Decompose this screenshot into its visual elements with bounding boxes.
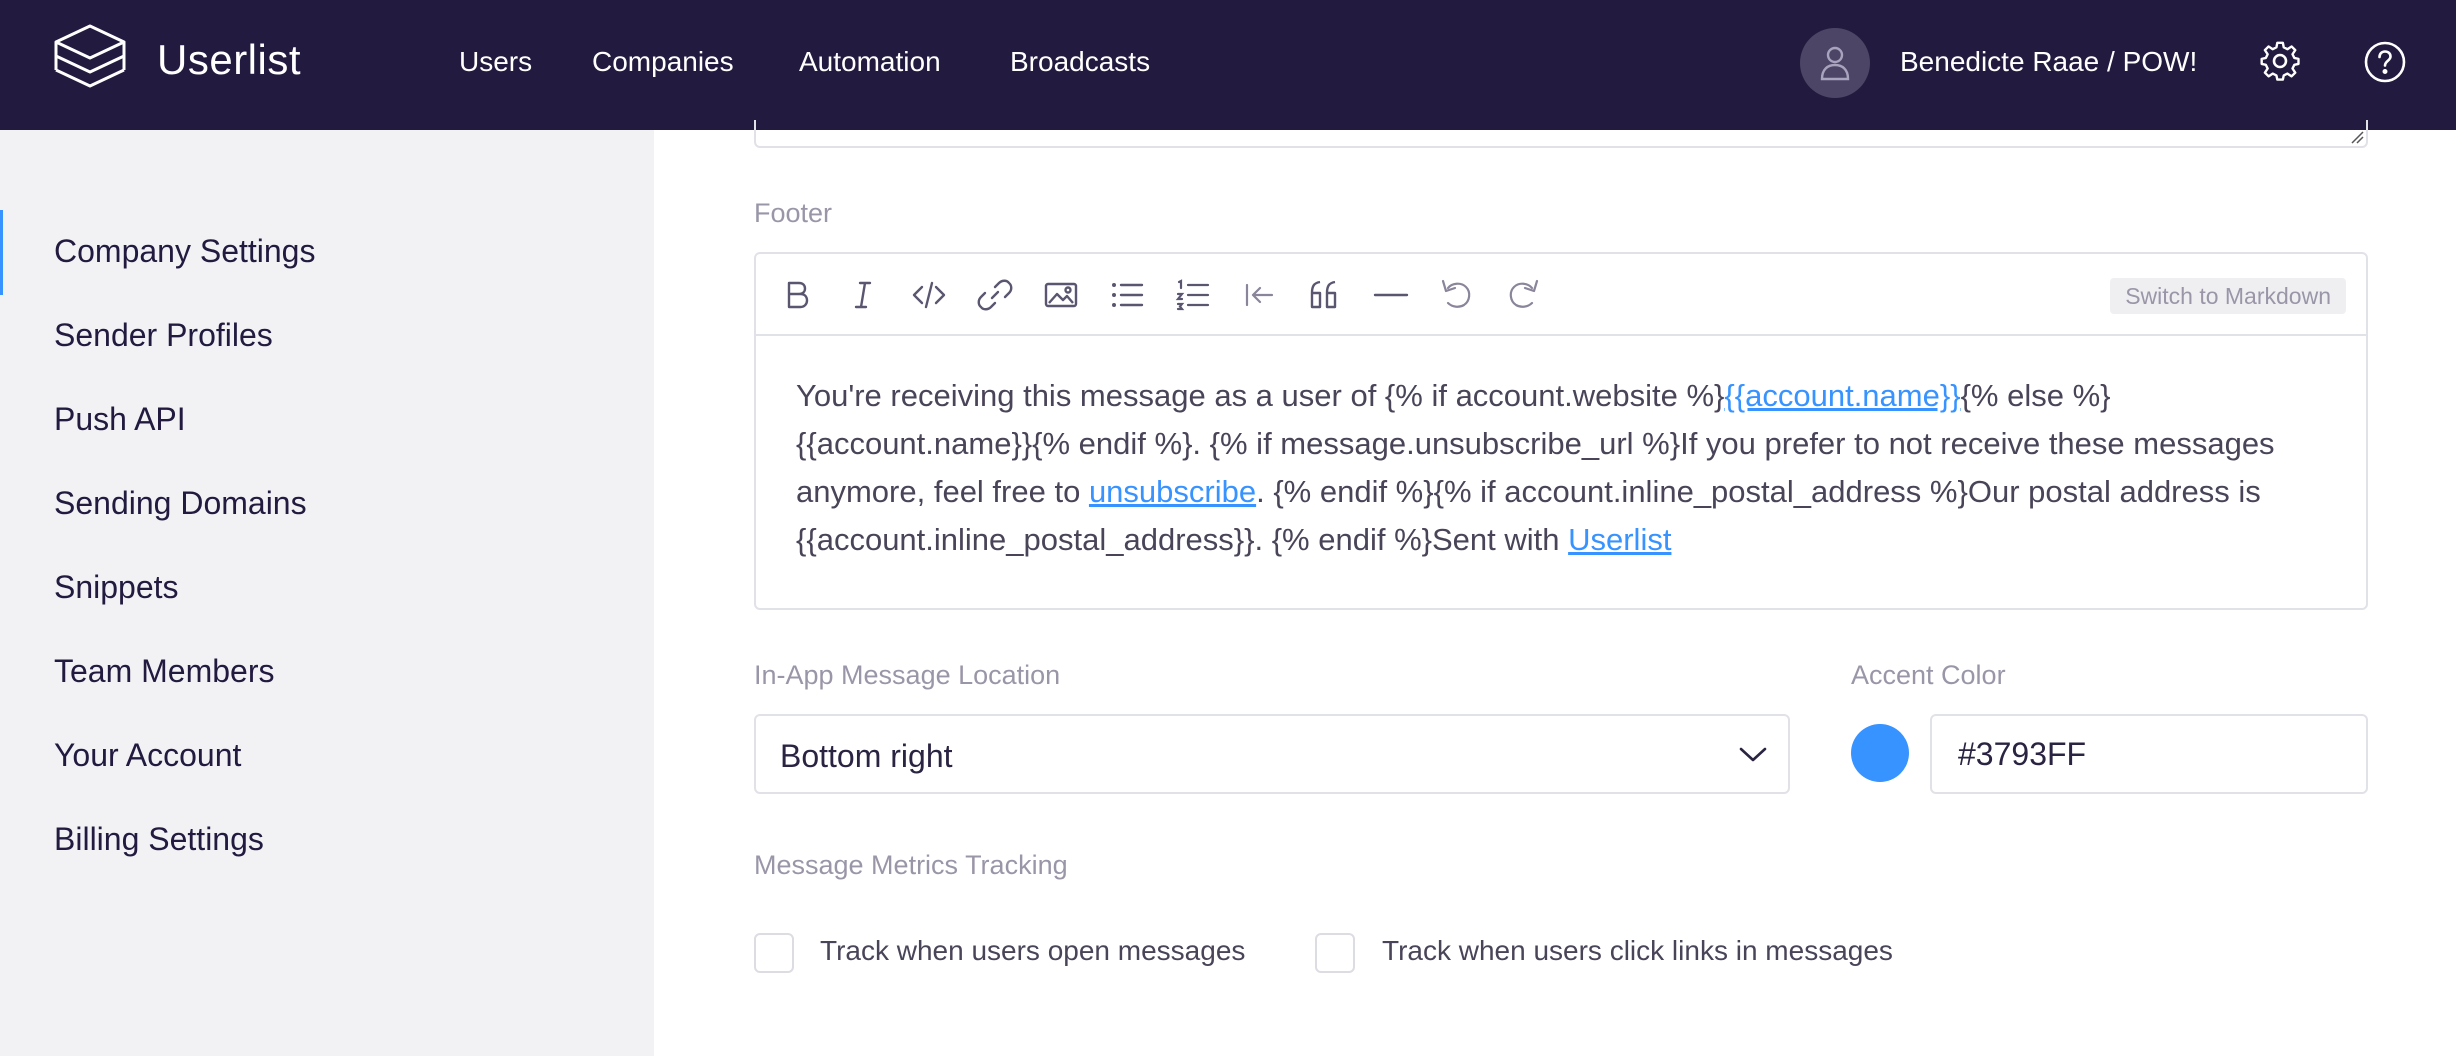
footer-label: Footer bbox=[754, 198, 833, 228]
redo-icon[interactable] bbox=[1504, 276, 1542, 314]
numbered-list-icon[interactable] bbox=[1174, 276, 1212, 314]
top-navigation: Userlist Users Companies Automation Broa… bbox=[0, 0, 2456, 130]
bold-icon[interactable] bbox=[778, 276, 816, 314]
in-app-location-value: Bottom right bbox=[780, 738, 953, 774]
sidebar-item-company-settings[interactable]: Company Settings bbox=[54, 233, 315, 270]
italic-icon[interactable] bbox=[844, 276, 882, 314]
accent-color-swatch[interactable] bbox=[1851, 724, 1909, 782]
sidebar-item-sender-profiles[interactable]: Sender Profiles bbox=[54, 317, 273, 354]
message-metrics-label: Message Metrics Tracking bbox=[754, 850, 1068, 880]
footer-content[interactable]: You're receiving this message as a user … bbox=[796, 372, 2336, 564]
user-icon bbox=[1820, 46, 1850, 81]
image-icon[interactable] bbox=[1042, 276, 1080, 314]
sidebar-item-push-api[interactable]: Push API bbox=[54, 401, 186, 438]
horizontal-rule-icon[interactable] bbox=[1372, 276, 1410, 314]
gear-icon[interactable] bbox=[2258, 40, 2302, 84]
track-clicks-label[interactable]: Track when users click links in messages bbox=[1382, 935, 1893, 967]
userlist-link[interactable]: Userlist bbox=[1568, 522, 1671, 557]
sidebar-item-your-account[interactable]: Your Account bbox=[54, 737, 241, 774]
quote-icon[interactable] bbox=[1306, 276, 1344, 314]
nav-item-broadcasts[interactable]: Broadcasts bbox=[1010, 46, 1150, 78]
account-name-link[interactable]: {{account.name}} bbox=[1724, 378, 1960, 413]
nav-item-automation[interactable]: Automation bbox=[799, 46, 941, 78]
userlist-logo-icon[interactable] bbox=[50, 20, 130, 100]
switch-to-markdown-button[interactable]: Switch to Markdown bbox=[2110, 278, 2346, 314]
track-opens-checkbox[interactable] bbox=[754, 933, 794, 973]
sidebar-item-sending-domains[interactable]: Sending Domains bbox=[54, 485, 307, 522]
accent-color-label: Accent Color bbox=[1851, 660, 2006, 690]
brand-name[interactable]: Userlist bbox=[157, 36, 301, 84]
sidebar-item-snippets[interactable]: Snippets bbox=[54, 569, 179, 606]
bullet-list-icon[interactable] bbox=[1108, 276, 1146, 314]
editor-toolbar: Switch to Markdown bbox=[756, 254, 2366, 336]
in-app-location-select[interactable]: Bottom right bbox=[754, 714, 1790, 794]
resize-handle-icon[interactable] bbox=[2350, 130, 2364, 144]
help-icon[interactable] bbox=[2363, 40, 2407, 84]
track-clicks-checkbox[interactable] bbox=[1315, 933, 1355, 973]
in-app-location-label: In-App Message Location bbox=[754, 660, 1061, 690]
unsubscribe-link[interactable]: unsubscribe bbox=[1089, 474, 1256, 509]
previous-textarea[interactable] bbox=[754, 120, 2368, 148]
settings-sidebar: Company Settings Sender Profiles Push AP… bbox=[0, 130, 654, 1056]
footer-text-1: You're receiving this message as a user … bbox=[796, 378, 1725, 413]
sidebar-item-team-members[interactable]: Team Members bbox=[54, 653, 275, 690]
settings-main: Footer Switch to Markdown You're receivi… bbox=[654, 120, 2456, 1056]
footer-editor: Switch to Markdown You're receiving this… bbox=[754, 252, 2368, 610]
nav-item-companies[interactable]: Companies bbox=[592, 46, 734, 78]
code-icon[interactable] bbox=[910, 276, 948, 314]
accent-color-input[interactable] bbox=[1930, 714, 2368, 794]
link-icon[interactable] bbox=[976, 276, 1014, 314]
outdent-icon[interactable] bbox=[1240, 276, 1278, 314]
account-name[interactable]: Benedicte Raae / POW! bbox=[1900, 46, 2197, 78]
chevron-down-icon bbox=[1739, 747, 1767, 762]
active-indicator bbox=[0, 210, 3, 295]
sidebar-item-billing-settings[interactable]: Billing Settings bbox=[54, 821, 264, 858]
nav-item-users[interactable]: Users bbox=[459, 46, 532, 78]
avatar[interactable] bbox=[1800, 28, 1870, 98]
track-opens-label[interactable]: Track when users open messages bbox=[820, 935, 1245, 967]
undo-icon[interactable] bbox=[1438, 276, 1476, 314]
